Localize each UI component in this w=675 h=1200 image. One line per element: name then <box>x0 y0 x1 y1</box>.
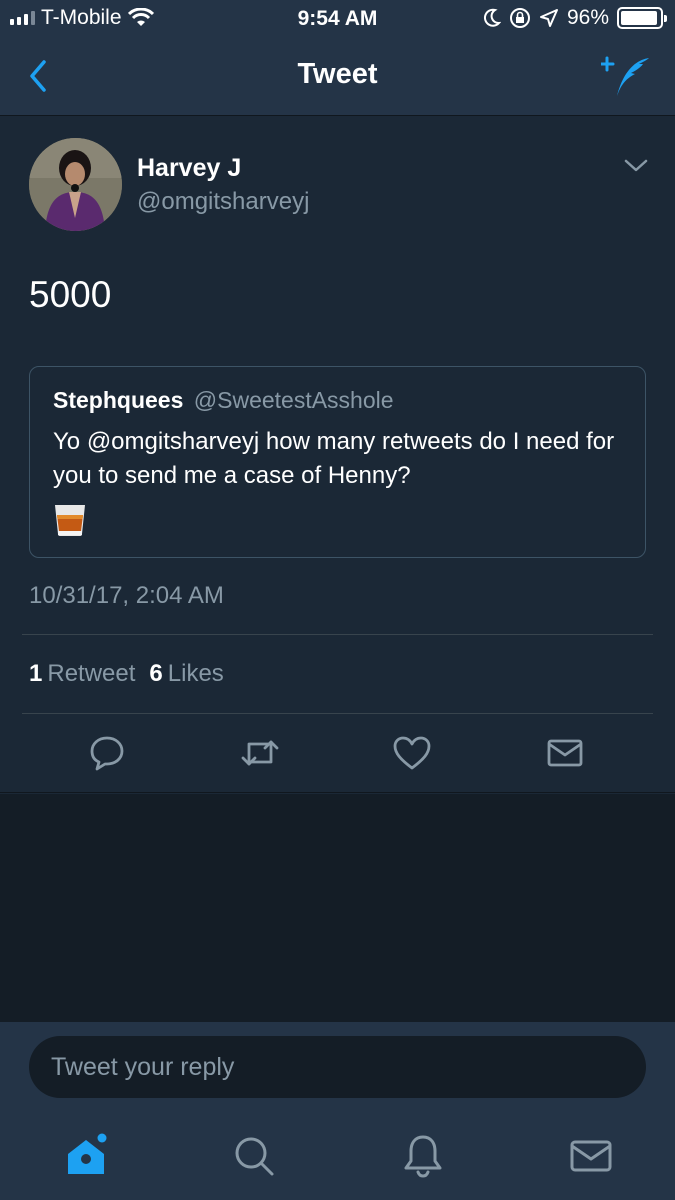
status-right: 96% <box>483 6 667 30</box>
retweet-label: Retweet <box>47 660 136 687</box>
quote-author-handle: @SweetestAsshole <box>193 387 394 413</box>
quote-header: Stephquees @SweetestAsshole <box>53 387 394 414</box>
tumbler-glass-icon <box>55 505 85 536</box>
retweet-count: 1 <box>29 660 43 687</box>
envelope-icon <box>570 1140 612 1172</box>
envelope-icon <box>547 739 583 767</box>
moon-icon <box>484 8 501 27</box>
likes-stat[interactable]: 6 Likes <box>149 660 223 688</box>
quoted-tweet[interactable]: Stephquees @SweetestAsshole Yo @omgitsha… <box>29 366 646 558</box>
reply-bar <box>0 1022 675 1112</box>
bell-icon <box>404 1135 442 1178</box>
tab-messages[interactable] <box>567 1132 615 1180</box>
author-name[interactable]: Harvey J <box>137 154 241 183</box>
tab-search[interactable] <box>230 1132 278 1180</box>
author-handle[interactable]: @omgitsharveyj <box>137 188 309 216</box>
nav-bar: Tweet <box>0 40 675 116</box>
tweet-stats: 1 Retweet 6 Likes <box>29 660 224 688</box>
retweet-button[interactable] <box>240 734 280 772</box>
battery-percent: 96% <box>566 6 609 29</box>
status-bar: T-Mobile 9:54 AM 96% <box>0 0 675 40</box>
rotation-lock-icon <box>509 8 530 28</box>
home-icon <box>68 1133 107 1174</box>
search-icon <box>235 1137 274 1176</box>
quote-author-name: Stephquees <box>53 387 184 413</box>
reply-button[interactable] <box>87 734 127 772</box>
share-dm-button[interactable] <box>545 734 585 772</box>
tweet-detail: Harvey J @omgitsharveyj 5000 Stephquees … <box>0 116 675 793</box>
quote-text: Yo @omgitsharveyj how many retweets do I… <box>53 428 615 489</box>
tweet-text: 5000 <box>29 274 112 315</box>
tab-home[interactable] <box>62 1132 110 1180</box>
tweet-timestamp: 10/31/17, 2:04 AM <box>29 582 224 609</box>
retweet-icon <box>241 740 279 766</box>
reply-icon <box>90 736 124 771</box>
avatar[interactable] <box>29 138 122 231</box>
like-label: Likes <box>167 660 224 687</box>
page-title: Tweet <box>297 58 378 90</box>
compose-tweet-button[interactable] <box>601 54 653 100</box>
reply-input[interactable] <box>29 1036 646 1098</box>
divider <box>22 634 653 635</box>
like-button[interactable] <box>392 734 432 772</box>
tab-notifications[interactable] <box>399 1132 447 1180</box>
empty-area <box>0 794 675 1022</box>
retweets-stat[interactable]: 1 Retweet <box>29 660 135 688</box>
location-icon <box>539 9 558 27</box>
heart-icon <box>393 736 431 770</box>
like-count: 6 <box>149 660 163 687</box>
battery-icon <box>617 7 667 29</box>
divider <box>22 713 653 714</box>
chevron-down-icon[interactable] <box>623 156 649 176</box>
tab-bar <box>0 1112 675 1200</box>
